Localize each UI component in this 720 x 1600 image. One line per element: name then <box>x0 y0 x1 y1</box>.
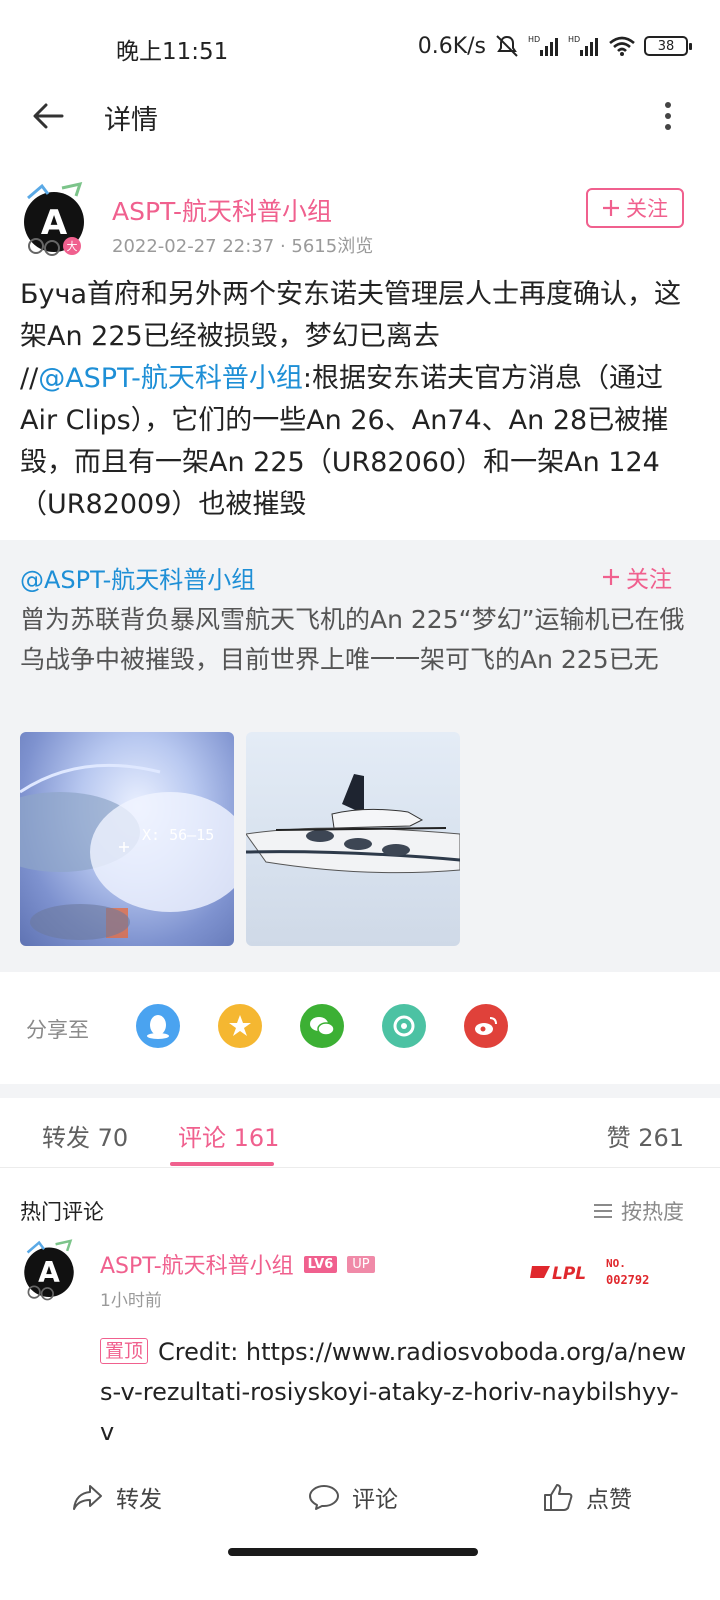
plus-icon <box>603 569 619 585</box>
level-badge: LV6 <box>303 1255 338 1273</box>
image-overlay-text: X: 56—15 <box>142 826 214 844</box>
interaction-tabs: 转发 70 评论 161 赞 261 <box>0 1098 720 1168</box>
avatar[interactable]: A 大 <box>18 178 90 258</box>
signal-hd-label-2: HD <box>568 35 580 44</box>
medal-no: NO. <box>606 1257 626 1270</box>
moments-icon <box>393 1015 415 1037</box>
svg-text:A: A <box>38 1256 60 1289</box>
section-divider <box>0 1084 720 1098</box>
tab-likes[interactable]: 赞 261 <box>607 1118 684 1153</box>
arrow-left-icon <box>33 103 64 129</box>
thumbs-up-icon <box>544 1484 573 1511</box>
comment-button[interactable]: 评论 <box>308 1480 398 1514</box>
comment-avatar[interactable]: A <box>18 1236 80 1302</box>
mention-link[interactable]: @ASPT-航天科普小组 <box>38 363 303 394</box>
follow-button[interactable]: 关注 <box>586 188 684 228</box>
active-tab-indicator <box>170 1162 274 1166</box>
repost-follow-label: 关注 <box>626 567 672 593</box>
qzone-icon <box>229 1015 251 1036</box>
comment-time: 1小时前 <box>100 1291 162 1311</box>
repost-button[interactable]: 转发 <box>72 1480 162 1514</box>
mute-icon <box>494 34 520 58</box>
share-qq-button[interactable] <box>136 1004 180 1048</box>
repost-author[interactable]: @ASPT-航天科普小组 <box>20 560 255 595</box>
comment-author-name: ASPT-航天科普小组 <box>100 1254 294 1279</box>
comment-text: Credit: https://www.radiosvoboda.org/a/n… <box>100 1338 687 1446</box>
meta-separator: · <box>279 236 286 257</box>
hot-comments-title: 热门评论 <box>20 1200 104 1224</box>
bottom-action-bar: 转发 评论 点赞 <box>0 1468 720 1532</box>
post-date: 2022-02-27 22:37 <box>112 236 275 257</box>
post-text-main: Буча首府和另外两个安东诺夫管理层人士再度确认，这架An 225已经被损毁，梦… <box>20 279 681 352</box>
tab-reposts[interactable]: 转发 70 <box>42 1118 128 1153</box>
svg-text:A: A <box>41 203 68 243</box>
weibo-icon <box>475 1017 497 1035</box>
signal-icon: HD <box>528 34 560 58</box>
battery-icon: 38 <box>644 36 692 56</box>
more-button[interactable] <box>646 94 690 138</box>
qq-icon <box>147 1015 169 1039</box>
share-wechat-button[interactable] <box>300 1004 344 1048</box>
wechat-icon <box>310 1017 335 1036</box>
sort-button[interactable]: 按热度 <box>593 1196 684 1226</box>
page-title: 详情 <box>104 105 158 136</box>
repost-text: 曾为苏联背负暴风雪航天飞机的An 225“梦幻”运输机已在俄乌战争中被摧毁，目前… <box>20 605 685 674</box>
repost-image-1[interactable]: X: 56—15 <box>20 732 234 946</box>
comment-author[interactable]: ASPT-航天科普小组 LV6 UP <box>100 1248 375 1280</box>
comment-bubble-icon <box>309 1485 339 1510</box>
like-label: 点赞 <box>586 1487 632 1513</box>
share-row: 分享至 <box>0 998 720 1058</box>
home-indicator[interactable] <box>228 1548 478 1556</box>
svg-text:大: 大 <box>67 239 78 253</box>
top-bar: 详情 <box>0 84 720 148</box>
wifi-icon <box>608 35 636 57</box>
sort-label: 按热度 <box>621 1200 684 1224</box>
clock: 晚上11:51 <box>116 39 229 65</box>
comment-body: 置顶 Credit: https://www.radiosvoboda.org/a… <box>100 1332 690 1452</box>
battery-level: 38 <box>657 38 675 54</box>
share-arrow-icon <box>73 1485 102 1510</box>
medal-logo: LPL <box>552 1264 586 1284</box>
signal-icon-2: HD <box>568 34 600 58</box>
signal-hd-label: HD <box>528 35 540 44</box>
up-badge: UP <box>347 1255 375 1273</box>
tab-comments[interactable]: 评论 161 <box>178 1118 279 1153</box>
plus-icon <box>603 200 619 216</box>
share-moments-button[interactable] <box>382 1004 426 1048</box>
repost-label: 转发 <box>116 1487 162 1513</box>
view-count: 5615浏览 <box>291 236 374 257</box>
share-weibo-button[interactable] <box>464 1004 508 1048</box>
post-meta: 2022-02-27 22:37 · 5615浏览 <box>112 232 373 258</box>
comment-label: 评论 <box>352 1487 398 1513</box>
post-content: Буча首府和另外两个安东诺夫管理层人士再度确认，这架An 225已经被损毁，梦… <box>20 274 688 526</box>
medal-number: 002792 <box>606 1273 649 1287</box>
author-header: A 大 ASPT-航天科普小组 2022-02-27 22:37 · 5615浏… <box>0 170 720 266</box>
pinned-tag: 置顶 <box>100 1338 149 1364</box>
repost-card[interactable]: @ASPT-航天科普小组 关注 曾为苏联背负暴风雪航天飞机的An 225“梦幻”… <box>0 540 720 972</box>
status-bar: 晚上11:51 0.6K/s HD HD 38 <box>0 0 720 96</box>
repost-image-2[interactable] <box>246 732 460 946</box>
repost-follow-button[interactable]: 关注 <box>602 560 672 594</box>
more-vertical-icon <box>665 102 671 130</box>
share-qzone-button[interactable] <box>218 1004 262 1048</box>
network-speed: 0.6K/s <box>417 33 486 59</box>
status-icons: 0.6K/s HD HD 38 <box>417 30 692 62</box>
author-name[interactable]: ASPT-航天科普小组 <box>112 192 332 228</box>
like-button[interactable]: 点赞 <box>542 1480 632 1514</box>
back-button[interactable] <box>26 94 70 138</box>
fan-medal: LPL NO. 002792 <box>530 1254 670 1288</box>
share-label: 分享至 <box>26 1018 89 1042</box>
menu-icon <box>594 1204 612 1218</box>
follow-label: 关注 <box>626 197 668 221</box>
post-repost-prefix: // <box>20 363 39 394</box>
